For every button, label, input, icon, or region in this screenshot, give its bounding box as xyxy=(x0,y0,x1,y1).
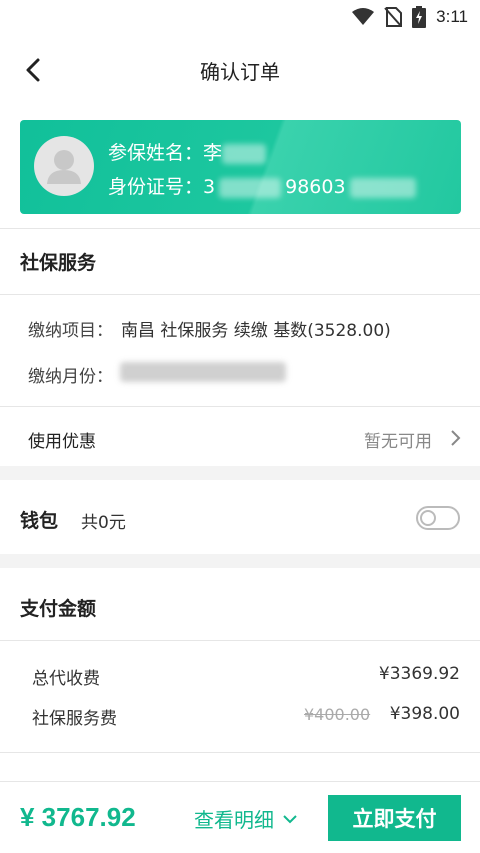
id-redaction-2 xyxy=(349,177,416,198)
fee-price: ¥3369.92 xyxy=(378,664,460,684)
divider xyxy=(0,752,480,753)
social-service-title: 社保服务 xyxy=(20,252,97,274)
no-sim-icon xyxy=(384,7,403,27)
wallet-label: 钱包 xyxy=(20,510,59,532)
wallet-section: 钱包 共0元 xyxy=(0,480,480,554)
insured-name-label: 参保姓名： xyxy=(108,142,204,164)
discount-row[interactable]: 使用优惠 暂无可用 xyxy=(0,407,480,466)
status-bar: 3:11 xyxy=(0,0,480,34)
total-amount: ¥ 3767.92 xyxy=(20,802,136,832)
insured-id-middle: 98603 xyxy=(285,176,346,198)
page-title: 确认订单 xyxy=(200,60,280,84)
fee-price: ¥398.00 xyxy=(389,704,460,724)
battery-charging-icon xyxy=(412,6,427,28)
chevron-right-icon xyxy=(451,430,461,446)
payment-month-label: 缴纳月份： xyxy=(28,367,113,387)
status-icons: 3:11 xyxy=(352,6,468,28)
payment-amount-section: 支付金额 总代收费 ¥3369.92 社保服务费 ¥400.00 ¥398.00 xyxy=(0,568,480,781)
view-details-button[interactable]: 查看明细 xyxy=(194,804,298,833)
chevron-down-icon xyxy=(283,814,297,823)
discount-value: 暂无可用 xyxy=(364,432,432,452)
name-redaction xyxy=(222,143,267,164)
discount-label: 使用优惠 xyxy=(28,432,96,452)
wallet-toggle[interactable] xyxy=(416,506,460,530)
insured-card: 参保姓名：李 身份证号：3 98603 xyxy=(20,120,461,214)
fee-label: 社保服务费 xyxy=(32,709,117,729)
divider xyxy=(0,294,480,295)
view-details-label: 查看明细 xyxy=(194,808,274,832)
insured-id-line: 身份证号：3 98603 xyxy=(108,172,416,199)
insured-name-line: 参保姓名：李 xyxy=(108,138,267,165)
insured-card-section: 参保姓名：李 身份证号：3 98603 xyxy=(0,106,480,228)
avatar xyxy=(34,136,94,196)
payment-month-redaction xyxy=(120,362,286,382)
bottom-bar: ¥ 3767.92 查看明细 立即支付 xyxy=(0,781,480,853)
id-redaction-1 xyxy=(219,177,282,198)
user-silhouette-icon xyxy=(47,150,81,184)
insured-id-label: 身份证号： xyxy=(108,176,204,198)
original-price: ¥400.00 xyxy=(304,705,371,724)
toggle-knob xyxy=(420,510,436,526)
payment-item-label: 缴纳项目： xyxy=(28,321,113,341)
wallet-balance: 共0元 xyxy=(81,513,126,533)
social-service-section: 社保服务 缴纳项目： 南昌 社保服务 续缴 基数(3528.00) 缴纳月份： … xyxy=(0,228,480,466)
pay-now-button[interactable]: 立即支付 xyxy=(328,795,461,841)
wifi-icon xyxy=(352,8,375,25)
fee-label: 总代收费 xyxy=(32,669,100,689)
status-time: 3:11 xyxy=(436,7,468,26)
insured-id-prefix: 3 xyxy=(203,176,216,198)
insured-name-value: 李 xyxy=(203,142,223,164)
payment-amount-title: 支付金额 xyxy=(20,598,97,620)
divider xyxy=(0,640,480,641)
nav-bar: 确认订单 xyxy=(0,34,480,106)
divider xyxy=(0,228,480,229)
payment-item-value: 南昌 社保服务 续缴 基数(3528.00) xyxy=(121,321,391,341)
